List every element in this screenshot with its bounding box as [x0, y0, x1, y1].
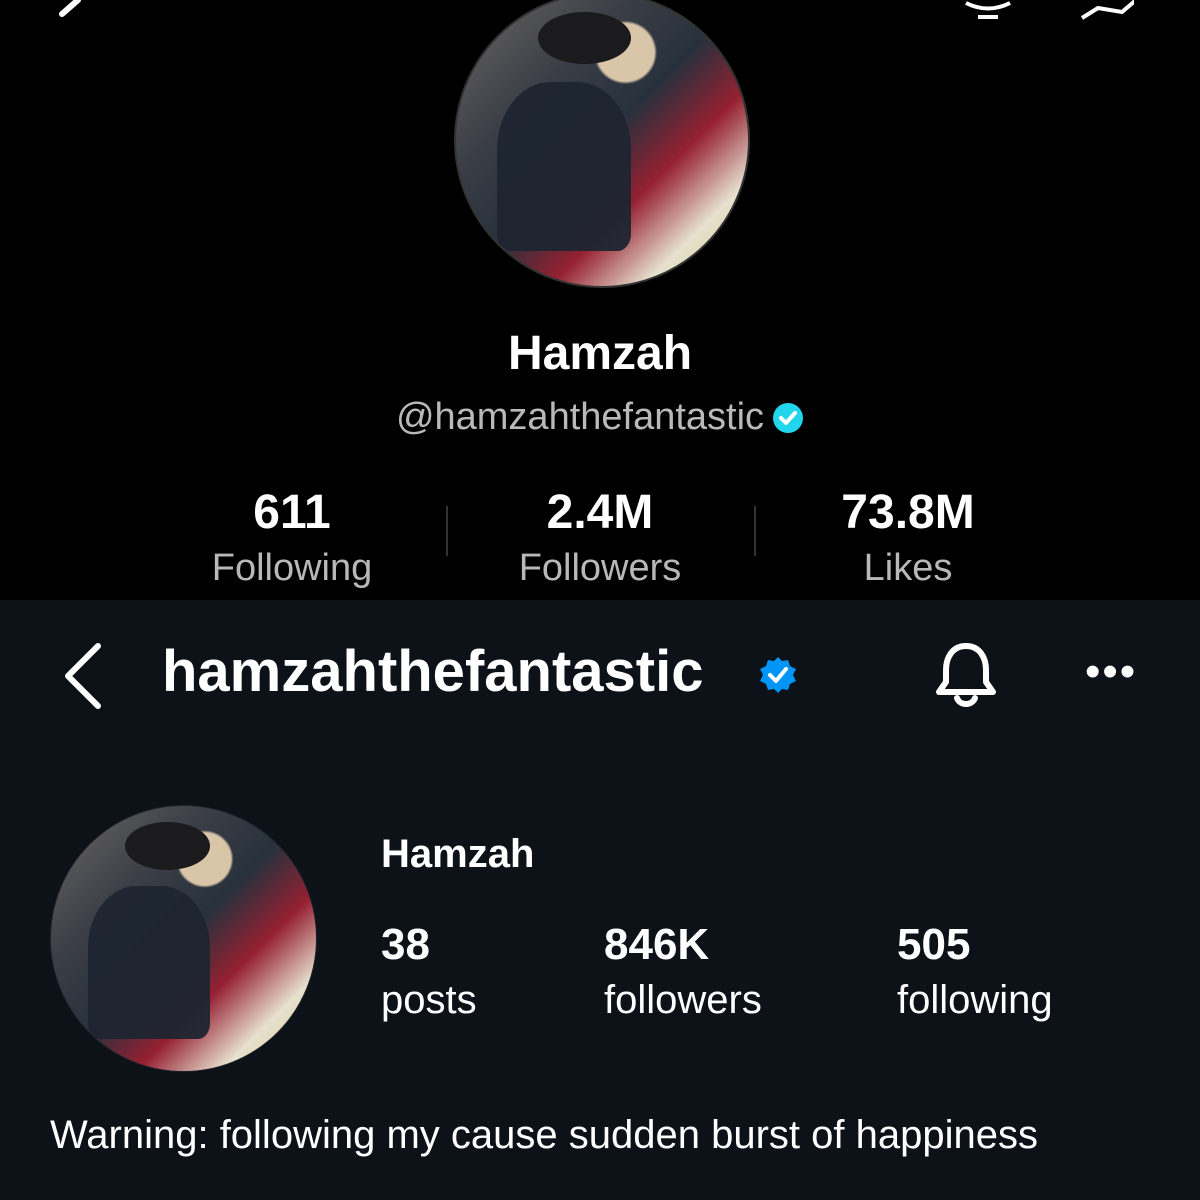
share-icon[interactable] — [1078, 0, 1134, 22]
bell-icon[interactable] — [932, 640, 1000, 712]
stat-posts[interactable]: 38 posts — [381, 920, 477, 1026]
stat-value: 505 — [897, 920, 971, 969]
stat-label: posts — [381, 978, 477, 1022]
tiktok-profile-section: Hamzah @hamzahthefantastic 611 Following… — [0, 0, 1200, 600]
stat-divider — [446, 506, 448, 556]
handle-row: @hamzahthefantastic — [0, 396, 1200, 439]
stat-label: Following — [211, 547, 373, 589]
stat-label: Likes — [863, 547, 953, 589]
profile-avatar[interactable] — [50, 805, 317, 1072]
stat-following[interactable]: 505 following — [897, 920, 1053, 1026]
display-name: Hamzah — [381, 832, 535, 876]
profile-avatar[interactable] — [454, 0, 750, 288]
stat-value: 2.4M — [546, 486, 654, 539]
stat-divider — [754, 506, 756, 556]
stat-followers[interactable]: 846K followers — [604, 920, 762, 1026]
verified-icon — [760, 657, 796, 693]
handle: @hamzahthefantastic — [395, 396, 765, 438]
stat-value: 846K — [604, 920, 710, 969]
stat-label: Followers — [518, 547, 682, 589]
bio-text: Warning: following my cause sudden burst… — [50, 1113, 1038, 1157]
stat-value: 38 — [381, 920, 430, 969]
stat-value: 611 — [253, 486, 331, 539]
stat-followers[interactable]: 2.4M Followers — [475, 487, 725, 590]
bell-icon[interactable] — [960, 0, 1016, 22]
display-name: Hamzah — [507, 327, 693, 380]
stat-label: following — [897, 978, 1053, 1022]
username-title: hamzahthefantastic — [162, 639, 704, 704]
stat-label: followers — [604, 978, 762, 1022]
stat-value: 73.8M — [841, 486, 975, 539]
back-icon[interactable] — [54, 0, 110, 22]
more-icon[interactable]: ••• — [1085, 650, 1143, 694]
stat-likes[interactable]: 73.8M Likes — [783, 487, 1033, 590]
verified-icon — [773, 402, 804, 433]
stat-following[interactable]: 611 Following — [167, 487, 417, 590]
back-icon[interactable] — [62, 640, 104, 712]
